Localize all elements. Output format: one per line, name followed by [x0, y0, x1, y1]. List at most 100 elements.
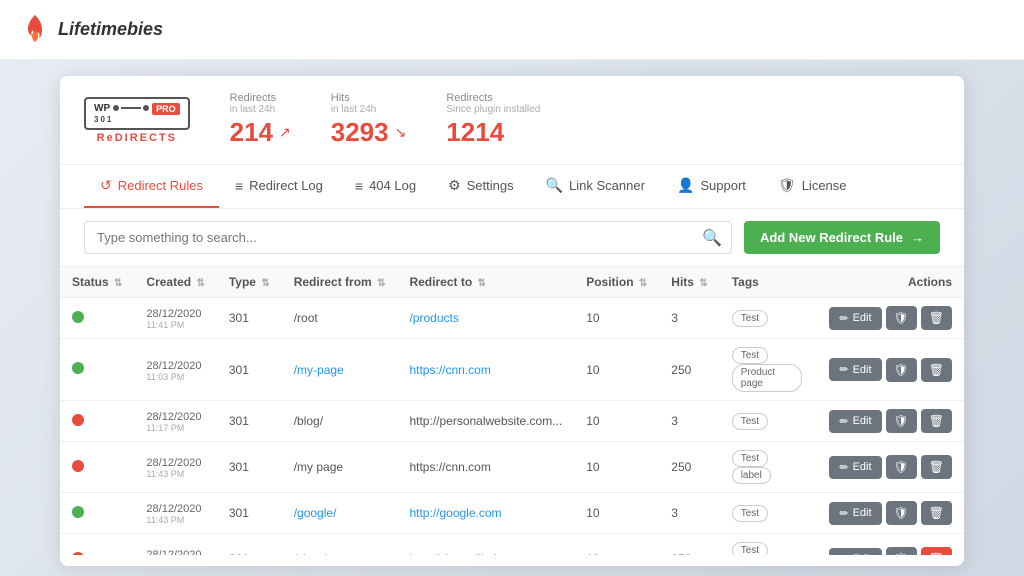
shield-button[interactable]: 🛡	[886, 409, 917, 433]
table-row: 28/12/202011:43 PM301/my pagehttps://cnn…	[60, 442, 964, 493]
license-icon: 🛡	[778, 177, 796, 194]
redirect-to-link[interactable]: /products	[409, 311, 458, 325]
delete-button[interactable]: 🗑	[921, 547, 952, 555]
tab-link-scanner[interactable]: 🔍 Link Scanner	[530, 165, 661, 208]
main-container: WP PRO 301 ReDIRECTS Redirects in last 2…	[60, 76, 964, 566]
table-row: 28/12/202011:03 PM301/my-pagehttps://cnn…	[60, 339, 964, 401]
redirect-to: http://shop.alibaba.com	[397, 534, 574, 556]
tab-settings[interactable]: ⚙ Settings	[432, 165, 530, 208]
tags: Testlabel	[720, 442, 818, 493]
shield-icon: 🛡	[894, 552, 909, 555]
redirect-to: http://google.com	[397, 493, 574, 534]
tab-404-log[interactable]: ≡ 404 Log	[339, 165, 432, 208]
redirect-type: 301	[217, 493, 282, 534]
stat-sublabel-1: in last 24h	[331, 104, 407, 115]
shield-button[interactable]: 🛡	[886, 306, 917, 330]
th-actions: Actions	[817, 267, 964, 298]
tab-license[interactable]: 🛡 License	[762, 165, 863, 208]
actions: ✏ Edit 🛡 🗑	[817, 534, 964, 556]
th-redirect-from[interactable]: Redirect from ⇅	[282, 267, 398, 298]
actions: ✏ Edit🛡🗑	[817, 298, 964, 339]
shield-button[interactable]: 🛡	[886, 501, 917, 525]
created-date: 28/12/202011:24 PM	[146, 549, 204, 555]
edit-pencil-icon: ✏	[839, 312, 848, 325]
th-tags: Tags	[720, 267, 818, 298]
plugin-logo: WP PRO 301 ReDIRECTS	[84, 97, 190, 144]
redirect-type: 301	[217, 401, 282, 442]
redirect-to-link[interactable]: http://google.com	[409, 506, 501, 520]
tab-redirect-rules[interactable]: ↺ Redirect Rules	[84, 165, 219, 208]
logo-icon	[20, 13, 50, 47]
redirect-to-link[interactable]: https://cnn.com	[409, 363, 490, 377]
created-time: 11:41 PM	[146, 320, 204, 330]
delete-button[interactable]: 🗑	[921, 306, 952, 330]
edit-button[interactable]: ✏ Edit	[829, 307, 881, 330]
created-date: 28/12/202011:03 PM	[146, 360, 204, 382]
position: 10	[574, 534, 659, 556]
tab-license-label: License	[802, 178, 847, 193]
stat-value-0: 214	[230, 117, 273, 148]
th-hits[interactable]: Hits ⇅	[659, 267, 719, 298]
th-status[interactable]: Status ⇅	[60, 267, 134, 298]
redirect-from-link[interactable]: /my-page	[294, 363, 344, 377]
redirect-type: 301	[217, 534, 282, 556]
redirect-to: https://cnn.com	[397, 339, 574, 401]
search-input[interactable]	[84, 221, 732, 254]
tags: Test	[720, 401, 818, 442]
shield-button[interactable]: 🛡	[886, 358, 917, 382]
redirect-from-link[interactable]: /google/	[294, 506, 337, 520]
redirect-from: /root	[282, 298, 398, 339]
delete-button[interactable]: 🗑	[921, 455, 952, 479]
support-icon: 👤	[677, 177, 694, 194]
stat-label-1: Hits	[331, 92, 407, 104]
shield-button[interactable]: 🛡	[886, 547, 917, 555]
delete-button[interactable]: 🗑	[921, 409, 952, 433]
th-type[interactable]: Type ⇅	[217, 267, 282, 298]
tag: Test	[732, 505, 768, 522]
th-redirect-to[interactable]: Redirect to ⇅	[397, 267, 574, 298]
th-created[interactable]: Created ⇅	[134, 267, 216, 298]
hits: 3	[659, 298, 719, 339]
tab-redirect-log[interactable]: ≡ Redirect Log	[219, 165, 339, 208]
tab-support[interactable]: 👤 Support	[661, 165, 762, 208]
add-redirect-rule-button[interactable]: Add New Redirect Rule →	[744, 221, 940, 254]
trash-icon: 🗑	[929, 460, 944, 474]
hits: 250	[659, 534, 719, 556]
status-dot	[72, 460, 84, 472]
hits: 250	[659, 339, 719, 401]
edit-pencil-icon: ✏	[839, 415, 848, 428]
hits: 3	[659, 493, 719, 534]
tab-redirect-rules-label: Redirect Rules	[118, 178, 203, 193]
top-bar: Lifetimebies	[0, 0, 1024, 60]
created-time: 11:17 PM	[146, 423, 204, 433]
created-time: 11:43 PM	[146, 469, 204, 479]
delete-button[interactable]: 🗑	[921, 358, 952, 382]
table-row: 28/12/202011:17 PM301/blog/http://person…	[60, 401, 964, 442]
edit-pencil-icon: ✏	[839, 553, 848, 556]
edit-pencil-icon: ✏	[839, 507, 848, 520]
brand-name: Lifetimebies	[58, 19, 163, 40]
table-row: 28/12/202011:24 PM301/shop/http://shop.a…	[60, 534, 964, 556]
stat-sublabel-2: Since plugin installed	[446, 104, 540, 115]
tag: Test	[732, 310, 768, 327]
plugin-redirects: ReDIRECTS	[97, 132, 177, 144]
shield-button[interactable]: 🛡	[886, 455, 917, 479]
status-dot	[72, 552, 84, 556]
redirect-from: /my page	[282, 442, 398, 493]
position: 10	[574, 339, 659, 401]
redirect-to: https://cnn.com	[397, 442, 574, 493]
plugin-wp: WP	[94, 103, 110, 114]
shield-icon: 🛡	[894, 506, 909, 520]
created-date: 28/12/202011:43 PM	[146, 457, 204, 479]
edit-pencil-icon: ✏	[839, 461, 848, 474]
edit-button[interactable]: ✏ Edit	[829, 358, 881, 381]
delete-button[interactable]: 🗑	[921, 501, 952, 525]
stat-hits-24h: Hits in last 24h 3293 ↘	[331, 92, 407, 148]
th-position[interactable]: Position ⇅	[574, 267, 659, 298]
redirect-type: 301	[217, 298, 282, 339]
edit-button[interactable]: ✏ Edit	[829, 410, 881, 433]
edit-button[interactable]: ✏ Edit	[829, 548, 881, 556]
edit-button[interactable]: ✏ Edit	[829, 502, 881, 525]
edit-button[interactable]: ✏ Edit	[829, 456, 881, 479]
table-row: 28/12/202011:41 PM301/root/products103Te…	[60, 298, 964, 339]
